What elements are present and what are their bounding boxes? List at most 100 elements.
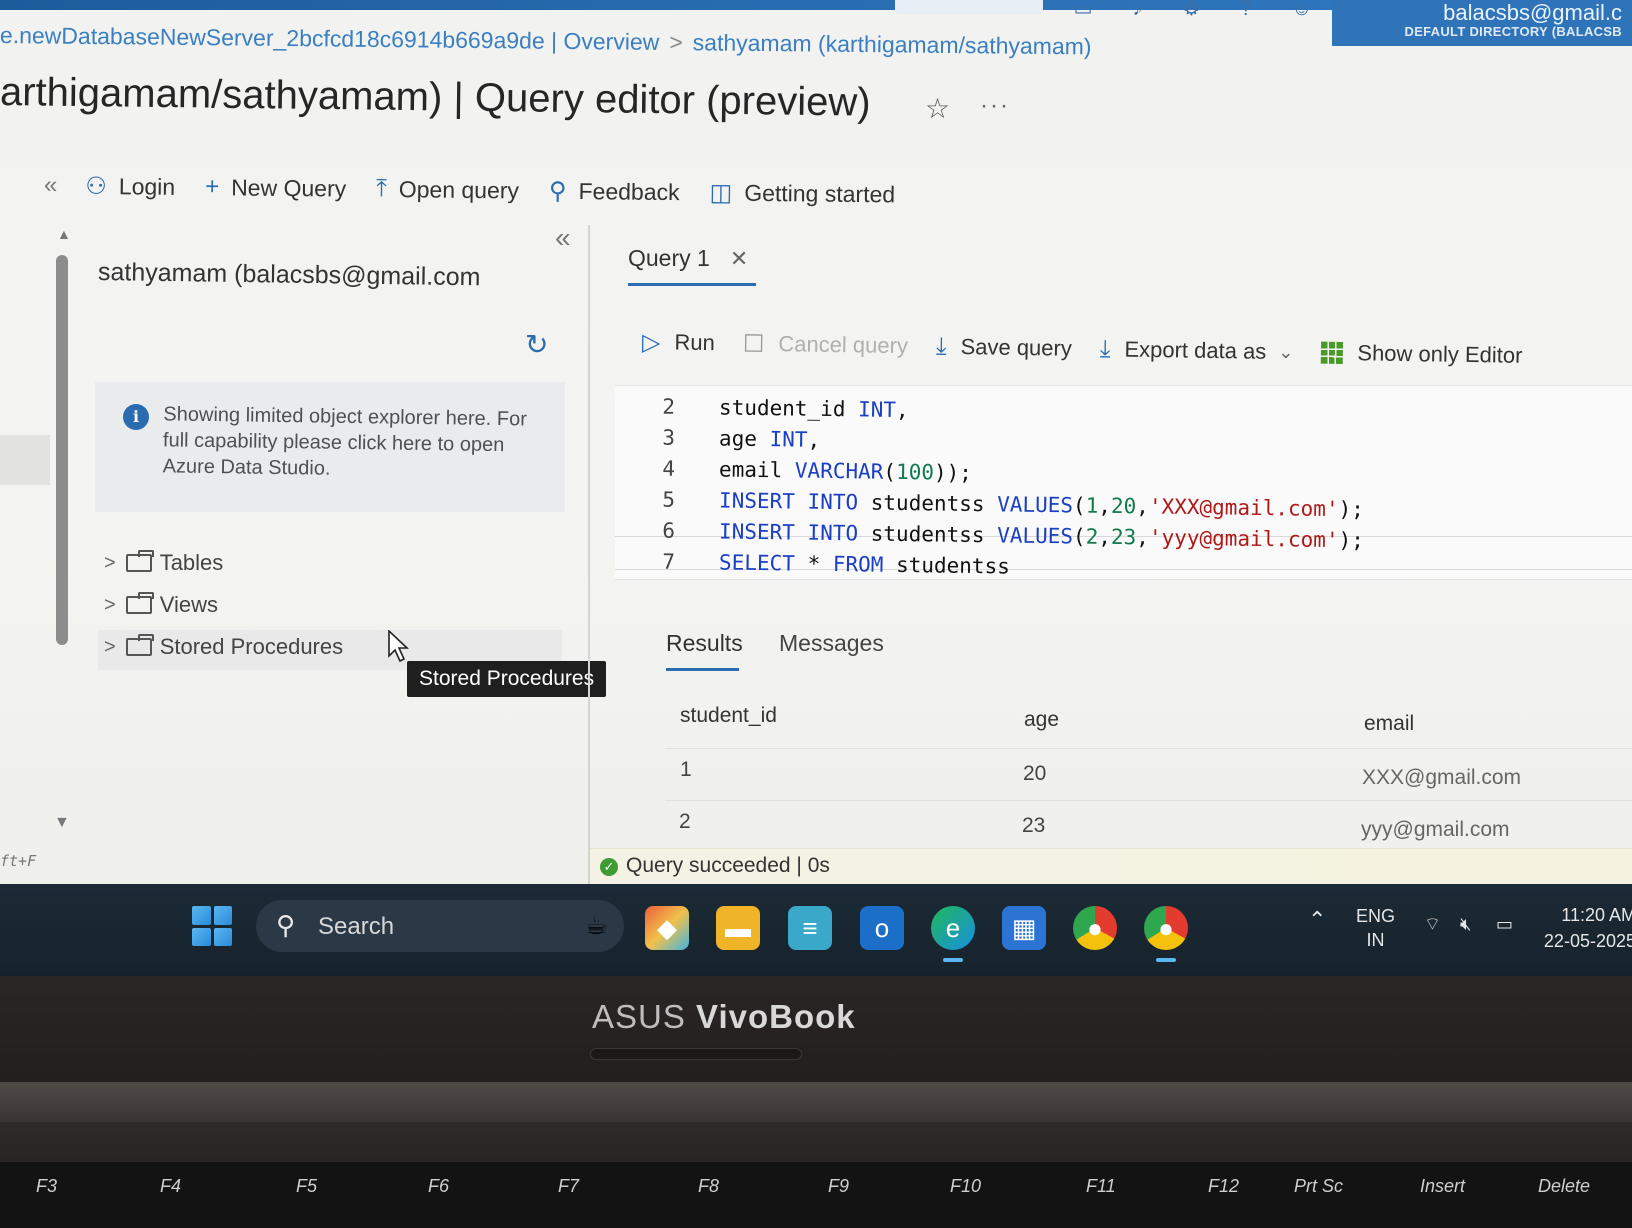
table-cell[interactable]: yyy@gmail.com: [1361, 818, 1510, 842]
getting-started-button[interactable]: ◫ Getting started: [709, 178, 895, 209]
chrome-profile-icon[interactable]: ●: [1144, 906, 1188, 962]
run-button[interactable]: ▷ Run: [642, 328, 715, 358]
keyboard-key: F11: [1086, 1176, 1116, 1196]
tree-item-views[interactable]: > Views: [104, 592, 218, 618]
getting-started-label: Getting started: [744, 179, 896, 207]
table-cell[interactable]: XXX@gmail.com: [1362, 766, 1521, 790]
taskbar-search[interactable]: ⚲ Search ☕: [256, 900, 624, 952]
table-cell[interactable]: 2: [679, 810, 691, 834]
tab-query-1[interactable]: Query 1 ✕: [628, 245, 748, 272]
user-email[interactable]: balacsbs@gmail.c: [1443, 0, 1622, 26]
cancel-query-button[interactable]: ☐ Cancel query: [743, 329, 909, 361]
notifications-icon[interactable]: ♪: [1133, 0, 1143, 22]
explorer-scrollbar[interactable]: [56, 255, 68, 645]
code-token: email: [718, 457, 796, 483]
windows-start-icon[interactable]: [192, 906, 232, 946]
breadcrumb-item-database[interactable]: sathyamam (karthigamam/sathyamam): [693, 29, 1092, 59]
active-results-tab-indicator: [666, 668, 739, 671]
code-token: studentss: [870, 521, 998, 548]
search-icon: ⚲: [276, 910, 296, 940]
language-indicator[interactable]: ENG IN: [1356, 904, 1395, 952]
help-icon[interactable]: ?: [1240, 0, 1251, 22]
chevron-right-icon[interactable]: >: [104, 594, 116, 617]
keyboard-key: F6: [428, 1176, 450, 1196]
search-highlight-icon: ☕: [584, 910, 608, 940]
copilot-app-icon[interactable]: ◆: [645, 906, 689, 950]
tree-item-stored-procedures[interactable]: > Stored Procedures: [104, 634, 343, 660]
save-query-button[interactable]: ⤓ Save query: [936, 333, 1072, 363]
status-bar: ✓ Query succeeded | 0s: [590, 848, 1632, 884]
code-token: SELECT: [718, 550, 808, 576]
code-line[interactable]: 4 email VARCHAR(100));: [615, 456, 972, 491]
collapse-menu-icon[interactable]: «: [44, 171, 58, 199]
column-header-student-id[interactable]: student_id: [680, 704, 777, 728]
cloud-shell-icon[interactable]: ▭: [1074, 0, 1093, 22]
wifi-icon[interactable]: ⌔: [1424, 912, 1441, 936]
new-query-button[interactable]: + New Query: [205, 173, 346, 202]
code-line[interactable]: 7 SELECT * FROM studentss: [615, 549, 1010, 585]
code-token: INSERT INTO: [718, 488, 871, 515]
file-explorer-icon[interactable]: ▬: [716, 906, 760, 950]
edge-browser-icon[interactable]: e: [931, 906, 975, 962]
tab-messages[interactable]: Messages: [779, 630, 884, 657]
more-options-icon[interactable]: ···: [980, 92, 1010, 120]
feedback-person-icon[interactable]: ☺: [1292, 0, 1312, 22]
clock-date: 22-05-2025: [1543, 931, 1632, 951]
scroll-up-arrow-icon[interactable]: ▲: [57, 226, 71, 242]
chrome-icon[interactable]: ●: [1073, 906, 1117, 950]
scroll-down-arrow-icon[interactable]: ▼: [54, 814, 70, 832]
chevron-right-icon[interactable]: >: [104, 552, 116, 575]
code-token: VARCHAR: [794, 458, 884, 484]
favorite-star-icon[interactable]: ☆: [925, 92, 950, 125]
info-banner[interactable]: i Showing limited object explorer here. …: [95, 382, 565, 512]
run-label: Run: [674, 329, 716, 356]
code-token: 100: [895, 459, 935, 485]
breadcrumb-item-server[interactable]: e.newDatabaseNewServer_2bcfcd18c6914b669…: [0, 22, 659, 55]
info-text[interactable]: Showing limited object explorer here. Fo…: [162, 401, 543, 484]
chevron-up-icon[interactable]: ⌃: [1308, 908, 1326, 932]
table-cell[interactable]: 20: [1023, 762, 1046, 786]
login-button[interactable]: ⚇ Login: [85, 171, 175, 201]
outlook-icon[interactable]: o: [860, 906, 904, 950]
refresh-icon[interactable]: ↻: [525, 328, 548, 361]
code-token: ,: [1098, 493, 1112, 518]
code-token: ));: [933, 460, 973, 485]
microsoft-store-icon[interactable]: ▦: [1002, 906, 1046, 950]
code-token: 'XXX@gmail.com': [1148, 494, 1339, 522]
collapse-panel-icon[interactable]: «: [555, 222, 571, 254]
side-nav-tab[interactable]: [0, 435, 50, 485]
table-cell[interactable]: 1: [680, 758, 692, 782]
screen: balacsbs@gmail.c DEFAULT DIRECTORY (BALA…: [0, 0, 1632, 884]
battery-icon[interactable]: ▭: [1496, 912, 1513, 936]
code-token: 23: [1110, 524, 1137, 550]
code-token: ,: [1098, 524, 1112, 549]
code-token: );: [1338, 497, 1365, 522]
column-header-email[interactable]: email: [1364, 712, 1414, 736]
notepad-icon[interactable]: ≡: [788, 906, 832, 950]
volume-muted-icon[interactable]: 🔇︎: [1460, 912, 1471, 936]
line-number: 6: [662, 518, 676, 543]
account-area[interactable]: balacsbs@gmail.c DEFAULT DIRECTORY (BALA…: [1332, 0, 1632, 46]
show-only-editor-button[interactable]: Show only Editor: [1321, 340, 1523, 369]
code-editor[interactable]: 2 student_id INT, 3 age INT, 4 email VARCHAR(…: [615, 385, 1632, 580]
chevron-right-icon[interactable]: >: [104, 636, 116, 659]
feedback-button[interactable]: ⚲ Feedback: [549, 176, 680, 206]
open-query-button[interactable]: ⤒ Open query: [376, 175, 519, 204]
table-cell[interactable]: 23: [1022, 814, 1045, 838]
column-header-age[interactable]: age: [1024, 708, 1059, 732]
code-token: ,: [1136, 494, 1150, 519]
system-clock[interactable]: 11:20 AM 22-05-2025: [1544, 902, 1632, 954]
panel-divider[interactable]: [588, 225, 590, 884]
tab-results[interactable]: Results: [666, 630, 743, 657]
tree-item-tables[interactable]: > Tables: [104, 550, 223, 576]
keyboard-key: F8: [698, 1176, 720, 1196]
keyboard-key: F3: [36, 1176, 58, 1196]
stop-icon: ☐: [742, 330, 765, 358]
cancel-label: Cancel query: [778, 331, 909, 359]
code-line[interactable]: 2 student_id INT,: [615, 394, 909, 428]
settings-icon[interactable]: ⚙: [1183, 0, 1201, 22]
export-data-dropdown[interactable]: ⤓ Export data as ⌄: [1100, 335, 1294, 366]
close-icon[interactable]: ✕: [730, 246, 748, 272]
code-line[interactable]: 3 age INT,: [615, 425, 820, 458]
plus-icon: +: [205, 173, 220, 201]
